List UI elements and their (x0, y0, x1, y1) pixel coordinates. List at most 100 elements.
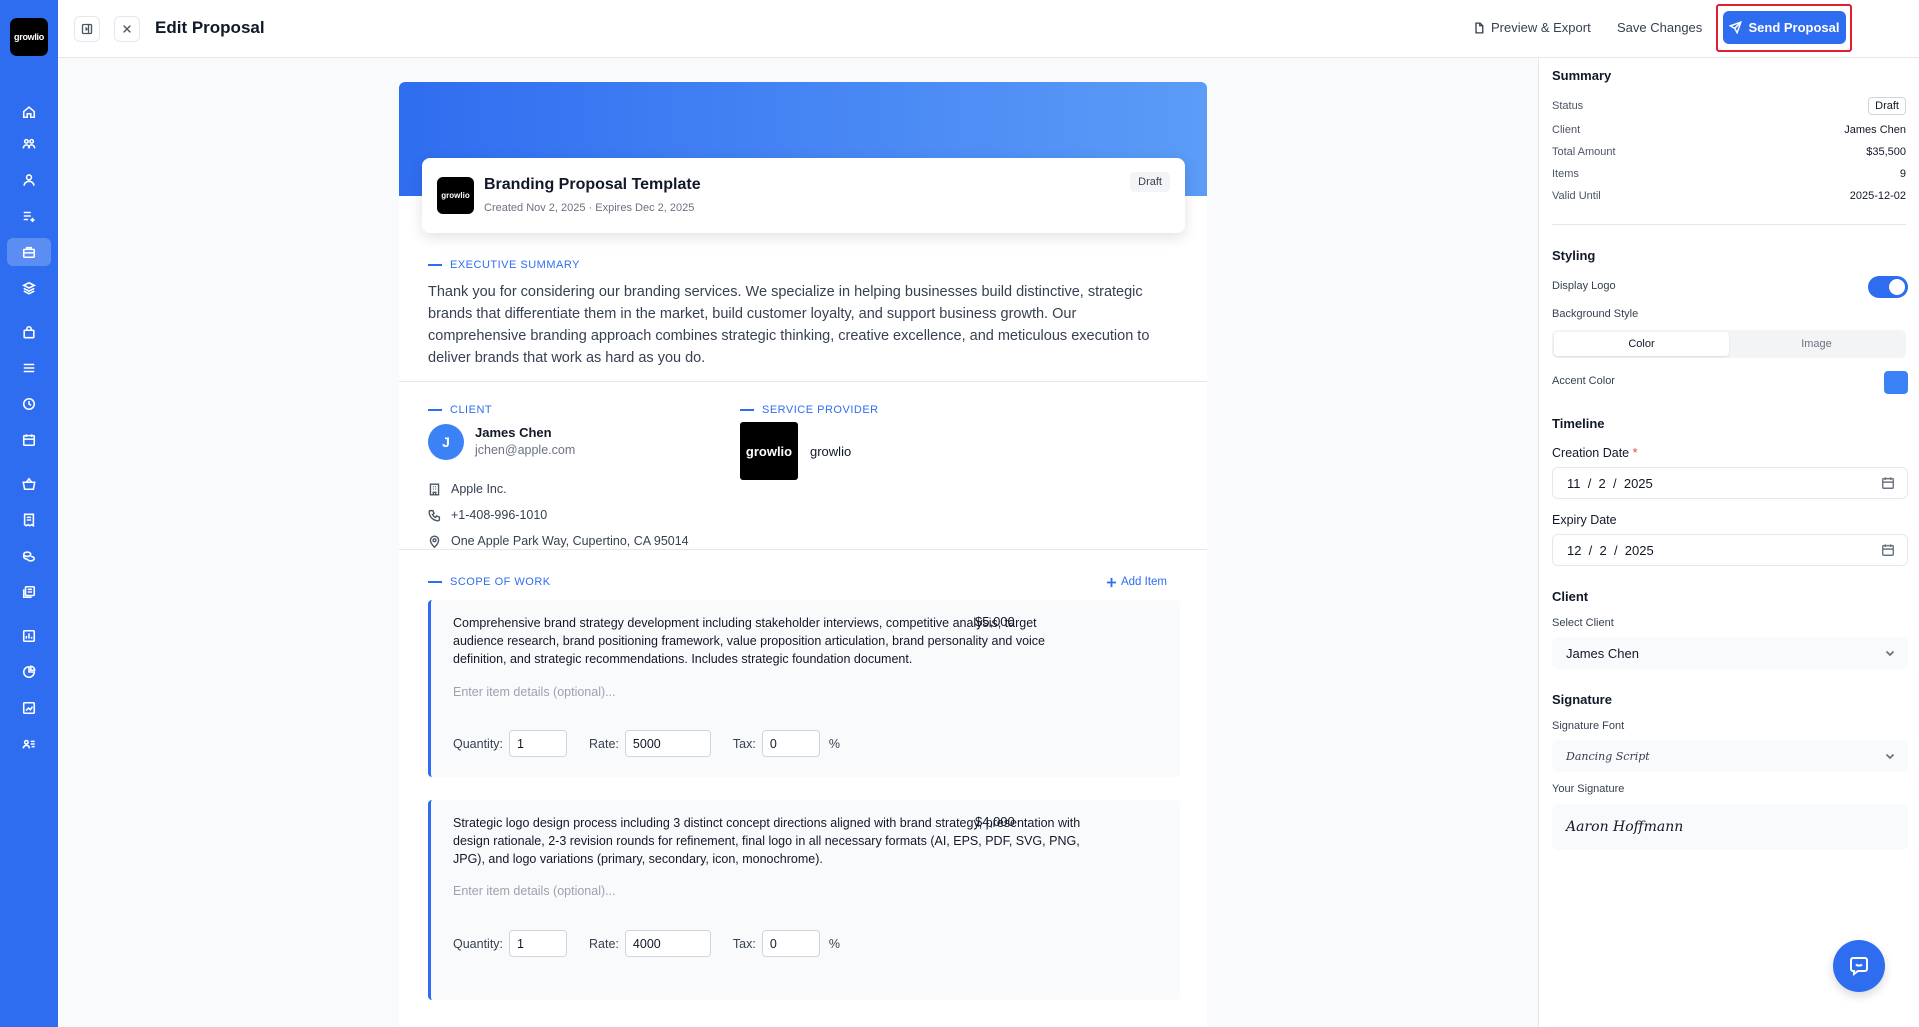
section-bar (428, 409, 442, 411)
section-bar (428, 581, 442, 583)
client-address-row: One Apple Park Way, Cupertino, CA 95014 (428, 534, 689, 548)
summary-row-total: Total Amount $35,500 (1552, 146, 1906, 158)
scope-of-work-heading: SCOPE OF WORK (428, 576, 551, 588)
accent-color-swatch[interactable] (1884, 371, 1908, 394)
save-changes-button[interactable]: Save Changes (1617, 20, 1702, 35)
nav-clock-icon[interactable] (7, 390, 51, 418)
toggle-sidebar-button[interactable] (74, 16, 100, 42)
file-icon (1475, 21, 1484, 34)
summary-label: Client (1552, 124, 1581, 136)
preview-export-button[interactable]: Preview & Export (1473, 20, 1591, 35)
signature-font-dropdown[interactable]: Dancing Script (1552, 740, 1908, 772)
calendar-icon[interactable] (1881, 476, 1895, 490)
phone-icon (428, 509, 441, 521)
select-client-label: Select Client (1552, 617, 1614, 629)
selected-signature-font: Dancing Script (1566, 749, 1650, 763)
section-bar (428, 264, 442, 266)
proposal-logo: growlio (437, 177, 474, 214)
tax-input[interactable]: 0 (761, 930, 820, 957)
client-company: Apple Inc. (451, 482, 507, 496)
provider-logo-text: growlio (745, 443, 793, 459)
rate-input[interactable]: 4000 (624, 930, 711, 957)
nav-contacts-icon[interactable] (7, 730, 51, 758)
item-fields: Quantity: 1 Rate: 5000 Tax: 0 % (453, 730, 840, 757)
proposal-document: growlio Branding Proposal Template Creat… (399, 82, 1207, 1027)
item-price: $4,000 (975, 814, 1015, 829)
nav-menu-icon[interactable] (7, 354, 51, 382)
summary-label: Items (1552, 168, 1579, 180)
your-signature-label: Your Signature (1552, 783, 1625, 795)
bg-option-color[interactable]: Color (1554, 332, 1729, 356)
app-logo-text: growlio (14, 32, 44, 42)
nav-chart-icon[interactable] (7, 622, 51, 650)
settings-panel: Summary Status Draft Client James Chen T… (1538, 58, 1919, 1027)
nav-coins-icon[interactable] (7, 542, 51, 570)
nav-receipt-icon[interactable] (7, 506, 51, 534)
summary-value: 9 (1899, 168, 1906, 180)
select-client-dropdown[interactable]: James Chen (1552, 637, 1908, 669)
summary-row-valid-until: Valid Until 2025-12-02 (1552, 190, 1906, 202)
rate-input[interactable]: 5000 (624, 730, 711, 757)
summary-label: Total Amount (1552, 146, 1616, 158)
signature-pad[interactable]: Aaron Hoffmann (1552, 804, 1908, 850)
panel-divider (1552, 224, 1906, 225)
provider-logo: growlio (740, 422, 798, 480)
nav-basket-icon[interactable] (7, 470, 51, 498)
app-logo[interactable]: growlio (10, 18, 48, 56)
client-avatar: J (428, 424, 464, 460)
executive-summary-text[interactable]: Thank you for considering our branding s… (428, 281, 1168, 369)
quantity-input[interactable]: 1 (509, 730, 568, 757)
bg-option-image[interactable]: Image (1729, 332, 1904, 356)
nav-home-icon[interactable] (7, 98, 51, 126)
chevron-down-icon (1885, 650, 1895, 657)
page-title: Edit Proposal (155, 18, 265, 37)
nav-list-add-icon[interactable] (7, 202, 51, 230)
calendar-icon[interactable] (1881, 543, 1895, 557)
timeline-heading: Timeline (1552, 416, 1605, 431)
location-pin-icon (429, 535, 440, 548)
executive-summary-heading: EXECUTIVE SUMMARY (428, 259, 580, 271)
nav-documents-icon[interactable] (7, 578, 51, 606)
client-section-heading: Client (1552, 589, 1589, 604)
summary-row-items: Items 9 (1552, 168, 1906, 180)
close-button[interactable] (114, 16, 140, 42)
item-details-placeholder[interactable]: Enter item details (optional)... (453, 884, 616, 898)
percent-label: % (828, 736, 840, 751)
nav-calendar-icon[interactable] (7, 426, 51, 454)
add-item-button[interactable]: Add Item (1106, 576, 1167, 588)
add-item-label: Add Item (1120, 576, 1167, 588)
nav-report-icon[interactable] (7, 694, 51, 722)
signature-text: Aaron Hoffmann (1566, 819, 1684, 835)
summary-row-client: Client James Chen (1552, 124, 1906, 136)
quantity-input[interactable]: 1 (509, 930, 568, 957)
display-logo-toggle[interactable] (1868, 276, 1908, 298)
toggle-knob (1889, 279, 1905, 295)
expiry-date-input[interactable]: 12 / 2 / 2025 (1552, 534, 1908, 566)
item-details-placeholder[interactable]: Enter item details (optional)... (453, 685, 616, 699)
creation-date-input[interactable]: 11 / 2 / 2025 (1552, 467, 1908, 499)
proposal-title[interactable]: Branding Proposal Template (484, 176, 701, 194)
nav-layers-icon[interactable] (7, 274, 51, 302)
nav-team-icon[interactable] (7, 130, 51, 158)
executive-summary-label: EXECUTIVE SUMMARY (450, 259, 580, 271)
proposal-logo-text: growlio (441, 191, 470, 200)
section-divider (399, 381, 1207, 382)
styling-heading: Styling (1552, 248, 1596, 263)
display-logo-label: Display Logo (1552, 280, 1616, 292)
nav-briefcase-icon[interactable] (7, 238, 51, 266)
support-chat-button[interactable] (1833, 940, 1885, 992)
percent-label: % (828, 936, 840, 951)
nav-bag-icon[interactable] (7, 318, 51, 346)
tax-input[interactable]: 0 (761, 730, 820, 757)
nav-user-icon[interactable] (7, 166, 51, 194)
provider-name: growlio (810, 444, 852, 459)
required-mark: * (1632, 446, 1638, 460)
client-heading: CLIENT (428, 404, 492, 416)
send-proposal-button[interactable]: Send Proposal (1723, 11, 1846, 44)
send-proposal-label: Send Proposal (1748, 20, 1840, 35)
summary-heading: Summary (1552, 68, 1612, 83)
expiry-date-value: 12 / 2 / 2025 (1567, 542, 1654, 558)
accent-color-label: Accent Color (1552, 375, 1615, 387)
nav-pie-icon[interactable] (7, 658, 51, 686)
proposal-canvas[interactable]: growlio Branding Proposal Template Creat… (58, 58, 1538, 1027)
